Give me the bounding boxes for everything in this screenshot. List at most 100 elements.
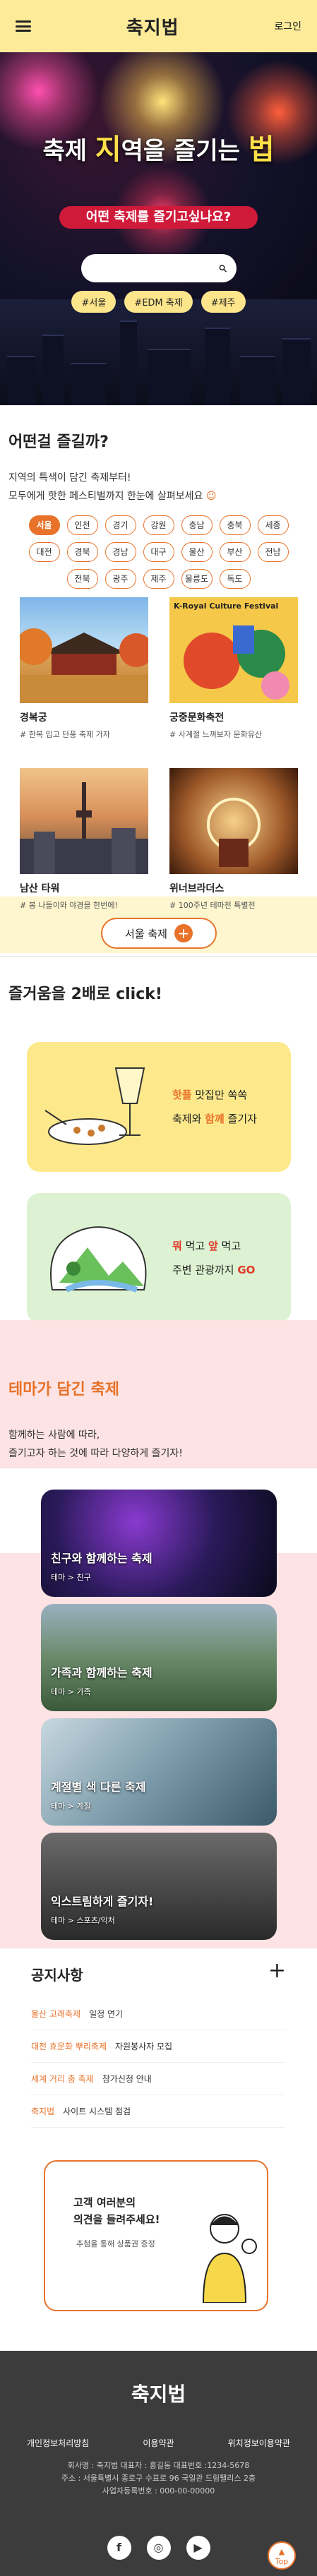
region-ulleungdo[interactable]: 울릉도 — [181, 569, 213, 589]
theme-description: 함께하는 사람에 따라, 즐기고자 하는 것에 따라 다양하게 즐기자! — [8, 1426, 183, 1463]
feedback-title: 고객 여러분의 의견을 들려주세요! — [73, 2194, 160, 2228]
search-icon[interactable] — [219, 260, 227, 277]
region-gyeongnam[interactable]: 경남 — [104, 542, 136, 562]
region-jeonnam[interactable]: 전남 — [257, 542, 289, 562]
notice-category: 대전 효문화 뿌리축제 — [31, 2042, 107, 2051]
region-gyeonggi[interactable]: 경기 — [104, 515, 136, 535]
region-daegu[interactable]: 대구 — [143, 542, 174, 562]
promo-line: 즐기자 — [224, 1113, 257, 1125]
festival-card-grid: 경복궁 # 한복 입고 단풍 축제 가자 K-Royal Culture Fes… — [20, 597, 298, 923]
region-jeju[interactable]: 제주 — [143, 569, 174, 589]
promo-text: 뭐 먹고 앞 먹고 주변 관광까지 GO — [172, 1234, 255, 1282]
hashtag-edm[interactable]: #EDM 축제 — [124, 291, 193, 313]
instagram-icon[interactable]: ◎ — [146, 2536, 171, 2560]
promo-highlight: 뭐 — [172, 1240, 182, 1252]
tourism-promo-card[interactable]: 뭐 먹고 앞 먹고 주변 관광까지 GO — [27, 1193, 291, 1323]
festival-card[interactable]: K-Royal Culture Festival 궁중문화축전 # 사계절 느껴… — [169, 597, 298, 753]
theme-card-family[interactable]: 가족과 함께하는 축제 테마 > 가족 — [41, 1604, 277, 1711]
restaurant-promo-card[interactable]: 핫플 맛집만 쏙쏙 축제와 함께 즐기자 — [27, 1042, 291, 1172]
search-input[interactable] — [91, 263, 219, 274]
region-incheon[interactable]: 인천 — [66, 515, 98, 535]
region-dokdo[interactable]: 독도 — [219, 569, 251, 589]
region-chungnam[interactable]: 충남 — [181, 515, 213, 535]
logo[interactable]: 축지법 — [126, 13, 179, 40]
theme-card-subtitle: 테마 > 친구 — [51, 1573, 91, 1582]
card-title: 위너브라더스 — [169, 883, 225, 894]
card-description: # 한복 입고 단풍 축제 가자 — [20, 730, 110, 739]
festival-card[interactable]: 남산 타워 # 봉 나들이와 야경을 한번에! — [20, 768, 148, 923]
company-info-line: 회사명 : 축지법 대표자 : 홍길동 대표번호 :1234-5678 — [67, 2461, 250, 2470]
notice-text: 자원봉사자 모집 — [115, 2042, 173, 2051]
footer: 축지법 개인정보처리방침 이용약관 위치정보이용약관 회사명 : 축지법 대표자… — [0, 2351, 317, 2576]
divider — [0, 956, 317, 957]
notice-item[interactable]: 울산 고래축제 일정 연기 — [31, 1998, 285, 2030]
card-description: # 봉 나들이와 야경을 한번에! — [20, 901, 118, 910]
region-chungbuk[interactable]: 충북 — [219, 515, 251, 535]
festival-desc-line: 모두에게 핫한 페스티벌까지 한눈에 살펴보세요 — [8, 491, 203, 502]
page: 축지법 로그인 축제 지역을 즐기는 법 어떤 축제를 즐기고싶나요? #서울 … — [0, 0, 317, 2576]
theme-card-extreme[interactable]: 익스트림하게 즐기자! 테마 > 스포츠/익처 — [41, 1833, 277, 1940]
theme-desc-line: 즐기고자 하는 것에 따라 다양하게 즐기자! — [8, 1448, 183, 1459]
click-section-title: 즐거움을 2배로 click! — [8, 986, 162, 1003]
festival-section-title: 어떤걸 즐길까? — [8, 433, 109, 451]
region-filter: 서울 인천 경기 강원 충남 충북 세종 대전 경북 경남 대구 울산 부산 전… — [16, 515, 301, 589]
theme-card-friends[interactable]: 친구와 함께하는 축제 테마 > 친구 — [41, 1490, 277, 1597]
region-daejeon[interactable]: 대전 — [28, 542, 60, 562]
notice-item[interactable]: 축지법 사이트 시스템 점검 — [31, 2095, 285, 2128]
festival-card[interactable]: 경복궁 # 한복 입고 단풍 축제 가자 — [20, 597, 148, 753]
promo-line: 축제와 — [172, 1113, 205, 1125]
notice-item[interactable]: 대전 효문화 뿌리축제 자원봉사자 모집 — [31, 2030, 285, 2063]
more-button-label: 서울 축제 — [125, 927, 167, 940]
facebook-icon[interactable]: f — [107, 2536, 131, 2560]
company-info-line: 주소 : 서울특별시 종로구 수표로 96 국일관 드림팰리스 2층 — [61, 2474, 256, 2483]
festival-card[interactable]: 위너브라더스 # 100주년 테마전 특별전 — [169, 768, 298, 923]
region-ulsan[interactable]: 울산 — [181, 542, 213, 562]
location-terms-link[interactable]: 위치정보이용약관 — [228, 2437, 290, 2449]
notice-item[interactable]: 세계 거리 춤 축제 참가신청 안내 — [31, 2063, 285, 2095]
notice-text: 일정 연기 — [89, 2009, 124, 2019]
hashtag-jeju[interactable]: #제주 — [201, 291, 246, 313]
top-label: Top — [275, 2557, 289, 2566]
notice-text: 사이트 시스템 점검 — [63, 2107, 131, 2116]
header: 축지법 로그인 — [0, 0, 317, 52]
menu-icon[interactable] — [16, 20, 31, 32]
footer-logo[interactable]: 축지법 — [0, 2379, 317, 2407]
region-gwangju[interactable]: 광주 — [104, 569, 136, 589]
notice-category: 축지법 — [31, 2107, 55, 2116]
notice-list: 울산 고래축제 일정 연기 대전 효문화 뿌리축제 자원봉사자 모집 세계 거리 춤… — [31, 1998, 285, 2128]
promo-highlight: GO — [237, 1264, 256, 1276]
hashtag-seoul[interactable]: #서울 — [71, 291, 116, 313]
privacy-policy-link[interactable]: 개인정보처리방침 — [27, 2437, 89, 2449]
company-info-line: 사업자등록번호 : 000-00-00000 — [102, 2486, 215, 2496]
theme-card-label: 익스트림하게 즐기자! — [51, 1895, 154, 1908]
search-bar[interactable] — [81, 254, 237, 282]
poster-banner: K-Royal Culture Festival — [174, 601, 279, 611]
card-title: 궁중문화축전 — [169, 712, 225, 724]
card-title: 경복궁 — [20, 712, 47, 724]
region-gangwon[interactable]: 강원 — [143, 515, 174, 535]
theme-card-season[interactable]: 계절별 색 다른 축제 테마 > 계절 — [41, 1718, 277, 1826]
login-link[interactable]: 로그인 — [274, 19, 301, 33]
region-sejong[interactable]: 세종 — [257, 515, 289, 535]
terms-link[interactable]: 이용약관 — [143, 2437, 174, 2449]
region-gyeongbuk[interactable]: 경북 — [66, 542, 98, 562]
card-description: # 사계절 느껴보자 문화유산 — [169, 730, 263, 739]
scroll-top-button[interactable]: ▲ Top — [268, 2541, 296, 2570]
notice-category: 세계 거리 춤 축제 — [31, 2074, 94, 2084]
card-title: 남산 타워 — [20, 883, 60, 894]
plus-icon[interactable]: + — [268, 1958, 286, 1983]
theme-card-subtitle: 테마 > 가족 — [51, 1687, 91, 1696]
region-seoul[interactable]: 서울 — [28, 515, 60, 535]
landscape-illustration-icon — [50, 1226, 147, 1293]
promo-line: 먹고 — [181, 1240, 208, 1252]
theme-card-label: 가족과 함께하는 축제 — [51, 1666, 152, 1679]
youtube-icon[interactable]: ▶ — [186, 2536, 210, 2560]
exhibition-image — [169, 768, 298, 874]
region-busan[interactable]: 부산 — [219, 542, 251, 562]
region-jeonbuk[interactable]: 전북 — [66, 569, 98, 589]
promo-highlight: 함께 — [205, 1113, 225, 1125]
more-festivals-button[interactable]: 서울 축제 + — [101, 918, 217, 949]
palace-image — [20, 597, 148, 703]
hero-title-part: 법 — [248, 133, 275, 166]
feedback-card[interactable]: 고객 여러분의 의견을 들려주세요! 추첨을 통해 상품권 증정 — [44, 2160, 268, 2311]
